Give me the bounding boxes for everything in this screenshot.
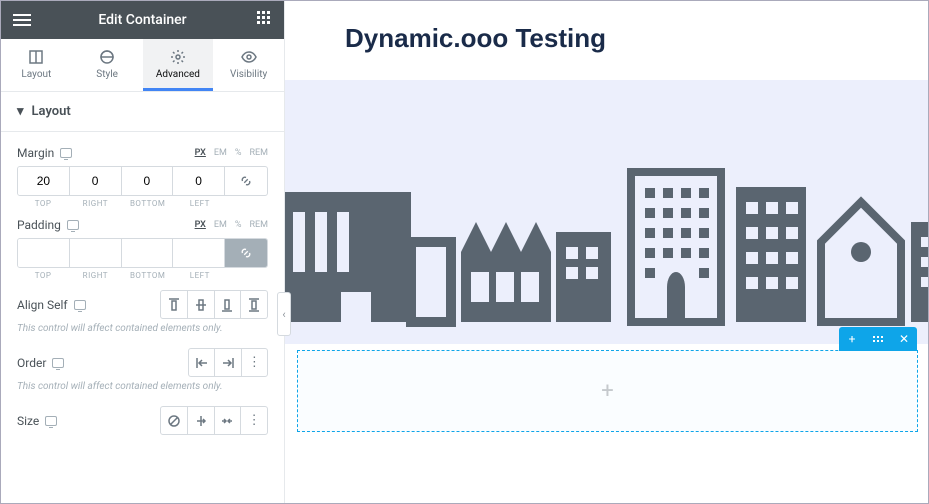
margin-right-input[interactable] <box>70 167 121 195</box>
align-stretch[interactable] <box>241 291 267 318</box>
size-shrink[interactable] <box>215 407 242 434</box>
sublabel: TOP <box>17 271 69 280</box>
align-center[interactable] <box>188 291 215 318</box>
margin-left-input[interactable] <box>173 167 224 195</box>
add-widget-button[interactable]: + <box>601 379 613 404</box>
align-options <box>160 290 268 319</box>
padding-link-toggle[interactable] <box>225 239 267 267</box>
margin-units: PX EM % REM <box>195 148 268 158</box>
link-icon <box>239 174 253 188</box>
padding-label: Padding <box>17 218 61 232</box>
tab-label: Visibility <box>230 69 267 80</box>
element-toolbar: + ✕ <box>839 327 917 351</box>
order-label: Order <box>17 356 46 370</box>
page-header: Dynamic.ooo Testing <box>285 1 928 80</box>
order-help: This control will affect contained eleme… <box>17 381 268 392</box>
control-margin: Margin PX EM % REM <box>17 146 268 208</box>
sublabel: RIGHT <box>69 199 121 208</box>
style-icon <box>99 49 115 65</box>
hero-band[interactable] <box>285 80 928 344</box>
unit-em[interactable]: EM <box>214 148 227 158</box>
size-label: Size <box>17 414 39 428</box>
order-end[interactable] <box>215 349 241 376</box>
padding-left-input[interactable] <box>173 239 224 267</box>
panel-header: Edit Container <box>1 1 284 39</box>
align-help: This control will affect contained eleme… <box>17 323 268 334</box>
tab-label: Advanced <box>156 69 200 80</box>
tab-visibility[interactable]: Visibility <box>213 39 284 91</box>
size-more[interactable]: ⋮ <box>241 407 267 434</box>
link-icon <box>239 246 253 260</box>
padding-top-input[interactable] <box>18 239 69 267</box>
control-align-self: Align Self <box>17 290 268 319</box>
eye-icon <box>241 49 257 65</box>
tab-style[interactable]: Style <box>72 39 143 91</box>
empty-container[interactable]: + ✕ + <box>297 350 918 432</box>
control-size: Size ⋮ <box>17 406 268 435</box>
align-start[interactable] <box>161 291 188 318</box>
tab-layout[interactable]: Layout <box>1 39 72 91</box>
page-title: Dynamic.ooo Testing <box>345 23 928 54</box>
responsive-icon[interactable] <box>67 220 79 230</box>
sublabel: LEFT <box>174 199 226 208</box>
panel-collapse-handle[interactable]: ‹ <box>277 292 291 336</box>
tab-advanced[interactable]: Advanced <box>143 39 214 91</box>
unit-px[interactable]: PX <box>195 148 206 158</box>
align-self-label: Align Self <box>17 298 68 312</box>
margin-top-input[interactable] <box>18 167 69 195</box>
sublabel: BOTTOM <box>122 199 174 208</box>
section-toggle-layout[interactable]: ▾ Layout <box>1 92 284 132</box>
unit-em[interactable]: EM <box>214 220 227 230</box>
canvas: Dynamic.ooo Testing <box>285 1 928 503</box>
delete-element-button[interactable]: ✕ <box>891 327 917 351</box>
margin-bottom-input[interactable] <box>122 167 173 195</box>
responsive-icon[interactable] <box>74 300 86 310</box>
unit-px[interactable]: PX <box>195 220 206 230</box>
drag-handle[interactable] <box>865 327 891 351</box>
order-options: ⋮ <box>188 348 268 377</box>
margin-label: Margin <box>17 146 54 160</box>
responsive-icon[interactable] <box>45 416 57 426</box>
padding-right-input[interactable] <box>70 239 121 267</box>
control-order: Order ⋮ <box>17 348 268 377</box>
apps-icon[interactable] <box>254 11 272 29</box>
sublabel: BOTTOM <box>122 271 174 280</box>
menu-icon[interactable] <box>13 11 31 29</box>
padding-bottom-input[interactable] <box>122 239 173 267</box>
unit-pct[interactable]: % <box>235 148 242 158</box>
align-end[interactable] <box>215 291 242 318</box>
order-more[interactable]: ⋮ <box>242 349 267 376</box>
responsive-icon[interactable] <box>52 358 64 368</box>
sublabel: RIGHT <box>69 271 121 280</box>
skyline-illustration <box>285 132 928 332</box>
control-padding: Padding PX EM % REM <box>17 218 268 280</box>
padding-units: PX EM % REM <box>195 220 268 230</box>
layout-icon <box>28 49 44 65</box>
sublabel: TOP <box>17 199 69 208</box>
chevron-down-icon: ▾ <box>17 104 24 119</box>
size-grow[interactable] <box>188 407 215 434</box>
size-none[interactable] <box>161 407 188 434</box>
panel-title: Edit Container <box>98 12 186 28</box>
add-element-button[interactable]: + <box>839 327 865 351</box>
tabs: Layout Style Advanced Visibility <box>1 39 284 92</box>
tab-label: Layout <box>21 69 51 80</box>
unit-rem[interactable]: REM <box>249 220 268 230</box>
responsive-icon[interactable] <box>60 148 72 158</box>
margin-link-toggle[interactable] <box>225 167 267 195</box>
tab-label: Style <box>96 69 118 80</box>
unit-pct[interactable]: % <box>235 220 242 230</box>
gear-icon <box>170 49 186 65</box>
order-start[interactable] <box>189 349 215 376</box>
unit-rem[interactable]: REM <box>249 148 268 158</box>
editor-panel: Edit Container Layout Style Advanced Vis… <box>1 1 285 503</box>
size-options: ⋮ <box>160 406 268 435</box>
sublabel: LEFT <box>174 271 226 280</box>
section-title: Layout <box>32 104 71 119</box>
